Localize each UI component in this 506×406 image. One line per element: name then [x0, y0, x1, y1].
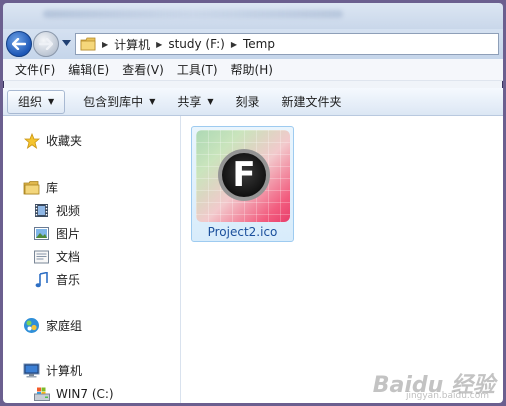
back-button[interactable]	[6, 31, 32, 57]
file-name: Project2.ico	[207, 225, 278, 239]
library-folder-icon	[23, 179, 40, 196]
burn-button[interactable]: 刻录	[228, 91, 268, 113]
homegroup-icon	[23, 317, 40, 334]
folder-icon	[80, 37, 96, 51]
address-row: ▶ 计算机 ▶ study (F:) ▶ Temp	[3, 29, 503, 59]
include-in-library-label: 包含到库中	[83, 95, 144, 109]
nav-item-label: 文档	[56, 250, 81, 264]
nav-item-libraries[interactable]: 库	[23, 179, 58, 196]
picture-icon	[33, 225, 50, 242]
logo-letter: F	[232, 154, 256, 195]
nav-item-label: 家庭组	[46, 319, 83, 333]
new-folder-label: 新建文件夹	[281, 95, 342, 109]
nav-item-label: WIN7 (C:)	[56, 386, 114, 401]
address-bar[interactable]: ▶ 计算机 ▶ study (F:) ▶ Temp	[75, 33, 499, 55]
explorer-window: ▶ 计算机 ▶ study (F:) ▶ Temp 文件(F) 编辑(E) 查看…	[3, 3, 503, 403]
breadcrumb-separator-icon[interactable]: ▶	[156, 40, 162, 49]
menu-edit[interactable]: 编辑(E)	[68, 61, 109, 78]
nav-item-documents[interactable]: 文档	[33, 248, 80, 265]
breadcrumb-separator-icon[interactable]: ▶	[231, 40, 237, 49]
document-icon	[33, 248, 50, 265]
arrow-right-icon	[39, 38, 53, 50]
breadcrumb-temp[interactable]: Temp	[243, 37, 275, 51]
star-icon	[23, 132, 40, 149]
chevron-down-icon: ▼	[149, 97, 156, 106]
menu-bar: 文件(F) 编辑(E) 查看(V) 工具(T) 帮助(H)	[3, 59, 503, 81]
chevron-down-icon: ▼	[207, 97, 214, 106]
nav-item-pictures[interactable]: 图片	[33, 225, 80, 242]
nav-item-label: 收藏夹	[46, 134, 83, 148]
menu-help[interactable]: 帮助(H)	[231, 61, 273, 78]
computer-icon	[23, 362, 40, 379]
breadcrumb-computer[interactable]: 计算机	[114, 36, 150, 53]
nav-item-label: 图片	[56, 227, 81, 241]
chevron-down-icon: ▼	[48, 97, 55, 106]
nav-item-favorites[interactable]: 收藏夹	[23, 132, 82, 149]
file-list[interactable]: F Project2.ico Baidu 经验 jingyan.baidu.co…	[181, 116, 503, 403]
command-toolbar: 组织 ▼ 包含到库中 ▼ 共享 ▼ 刻录 新建文件夹	[3, 88, 503, 116]
windows-drive-icon	[33, 385, 50, 402]
breadcrumb-separator-icon[interactable]: ▶	[102, 40, 108, 49]
nav-item-label: 库	[46, 181, 59, 195]
music-note-icon	[33, 271, 50, 288]
burn-label: 刻录	[235, 95, 260, 109]
blurred-title	[43, 10, 343, 18]
nav-item-label: 视频	[56, 204, 81, 218]
menu-file[interactable]: 文件(F)	[15, 61, 55, 78]
forward-button[interactable]	[33, 31, 59, 57]
share-button[interactable]: 共享 ▼	[169, 91, 221, 113]
film-icon	[33, 202, 50, 219]
nav-item-music[interactable]: 音乐	[33, 271, 80, 288]
nav-item-videos[interactable]: 视频	[33, 202, 80, 219]
share-label: 共享	[177, 95, 202, 109]
menu-view[interactable]: 查看(V)	[122, 61, 164, 78]
new-folder-button[interactable]: 新建文件夹	[274, 91, 350, 113]
nav-item-homegroup[interactable]: 家庭组	[23, 317, 82, 334]
ico-file-icon: F	[196, 130, 290, 222]
navigation-pane[interactable]: 收藏夹 库 视频 图片 文档 音乐 家庭组 计算机 WIN7 (C:)	[3, 116, 181, 403]
include-in-library-button[interactable]: 包含到库中 ▼	[75, 91, 163, 113]
recent-pages-chevron-icon[interactable]	[62, 40, 71, 46]
nav-item-drive-c[interactable]: WIN7 (C:)	[33, 385, 114, 402]
logo-circle: F	[218, 149, 270, 201]
watermark-url: jingyan.baidu.com	[405, 391, 489, 401]
organize-label: 组织	[18, 95, 43, 109]
title-bar[interactable]	[3, 3, 503, 29]
organize-button[interactable]: 组织 ▼	[7, 89, 66, 114]
menu-tools[interactable]: 工具(T)	[177, 61, 218, 78]
breadcrumb-drive[interactable]: study (F:)	[168, 37, 224, 51]
file-item[interactable]: F Project2.ico	[191, 126, 294, 242]
arrow-left-icon	[12, 38, 26, 50]
nav-item-label: 计算机	[46, 364, 83, 378]
nav-item-computer[interactable]: 计算机	[23, 362, 82, 379]
nav-item-label: 音乐	[56, 273, 81, 287]
